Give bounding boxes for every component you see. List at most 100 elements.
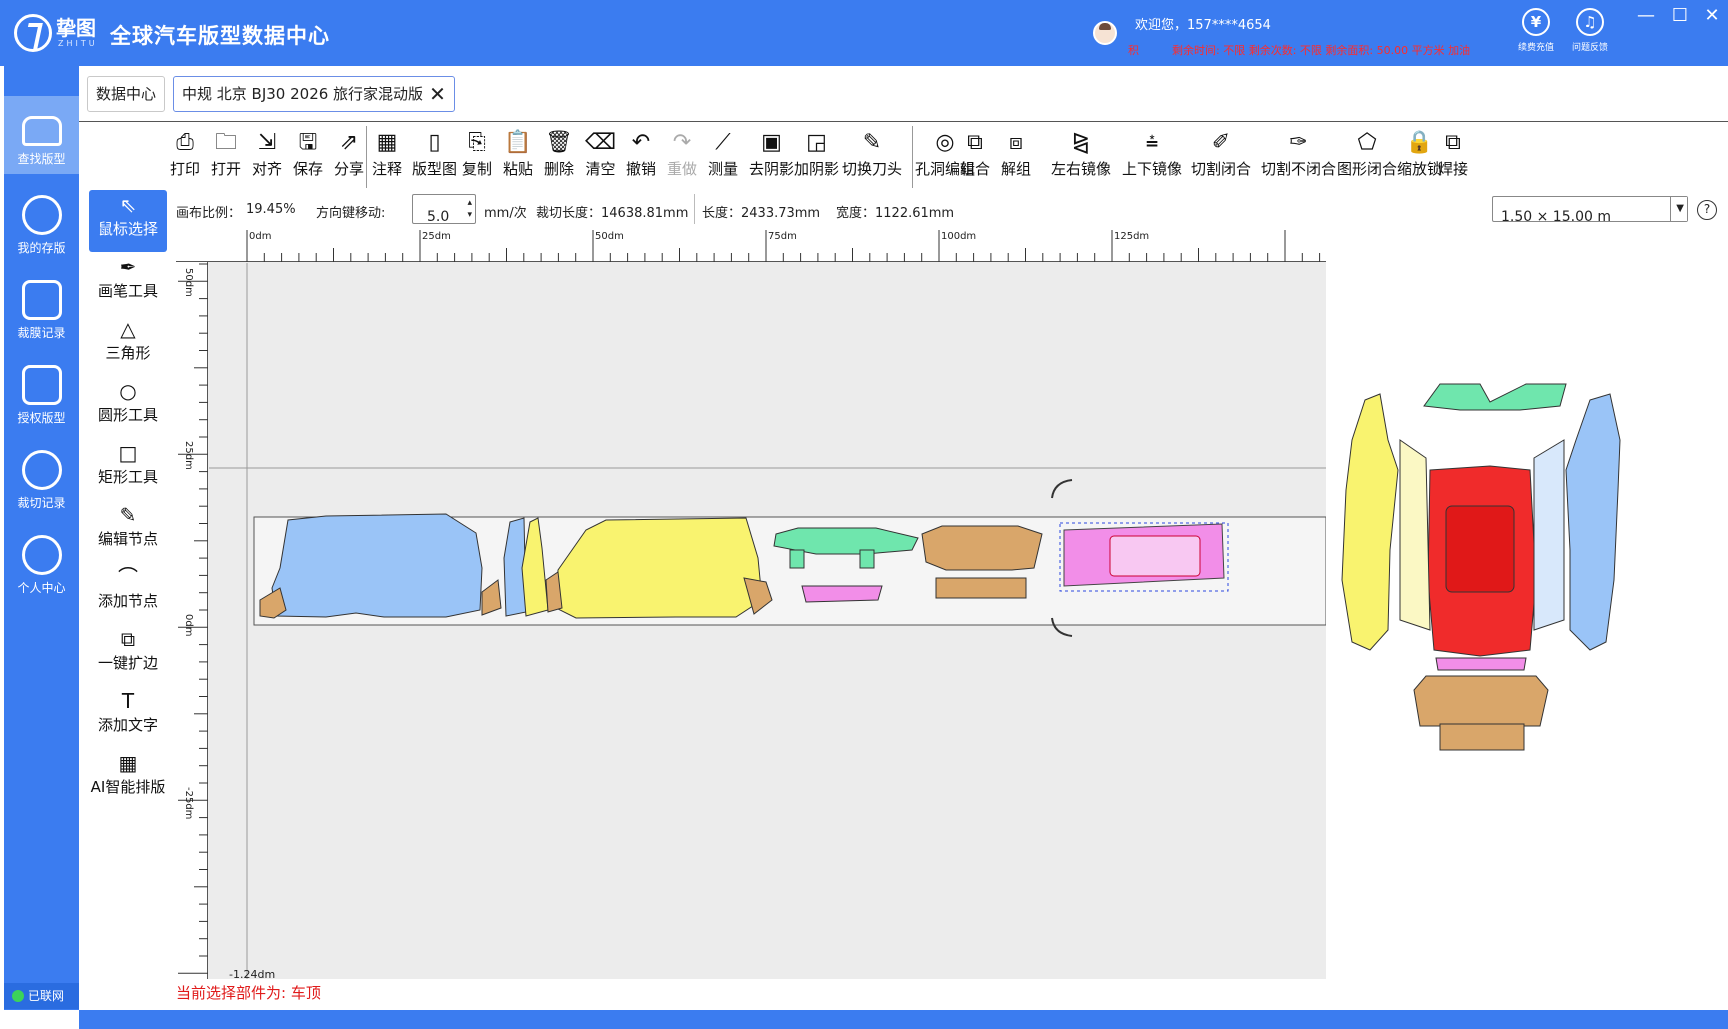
tool-ai-layout[interactable]: ▦ AI智能排版 (89, 748, 167, 810)
toolbar-label: 粘贴 (503, 160, 534, 178)
toolbar-annotate-button[interactable]: ▦ 注释 (372, 126, 402, 188)
toolbar-align-button[interactable]: ⇲ 对齐 (252, 126, 282, 188)
toolbar-label: 清空 (585, 160, 616, 178)
toolbar-pattern-button[interactable]: ▯ 版型图 (412, 126, 457, 188)
tool-rect[interactable]: □ 矩形工具 (89, 438, 167, 500)
toolbar-label: 切割闭合 (1191, 160, 1252, 178)
rail-item-profile[interactable]: 个人中心 (4, 521, 79, 599)
toolbar-undo-button[interactable]: ↶ 撤销 (626, 126, 656, 188)
maximize-button[interactable]: ☐ (1664, 6, 1696, 28)
quota-prefix: 积 (1128, 44, 1139, 57)
tan-hood[interactable] (921, 525, 1043, 571)
toolbar-ungroup-button[interactable]: ⧈ 解组 (1001, 126, 1031, 188)
mirror-v-icon: ⩮ (1145, 130, 1159, 155)
tool-pen[interactable]: ✒ 画笔工具 (89, 252, 167, 314)
sunroof (1445, 505, 1515, 593)
tool-label: 添加节点 (97, 592, 158, 610)
yellow-pillar[interactable] (521, 517, 549, 617)
toolbar-label: 撤销 (626, 160, 657, 178)
tab-bj30[interactable]: 中规 北京 BJ30 2026 旅行家混动版 ✕ (173, 76, 455, 112)
rail-item-authorized[interactable]: 授权版型 (4, 351, 79, 429)
tab-data-center[interactable]: 数据中心 (87, 76, 166, 112)
rail-item-film-records[interactable]: 裁膜记录 (4, 266, 79, 344)
tan-corner-piece[interactable] (743, 577, 773, 615)
chevron-down-icon: ▼ (1676, 203, 1684, 214)
network-dot-icon (12, 990, 24, 1002)
toolbar-group-button[interactable]: ⧉ 组合 (960, 126, 990, 188)
toolbar-clear-button[interactable]: ⌫ 清空 (585, 126, 616, 188)
toolbar-label: 重做 (667, 160, 698, 178)
remove-shadow-icon: ▣ (761, 130, 782, 155)
feedback-button[interactable]: ♫ 问题反馈 (1562, 8, 1618, 53)
toolbar-mirror-h-button[interactable]: ⧎ 左右镜像 (1051, 126, 1111, 188)
annotate-icon: ▦ (376, 130, 398, 155)
toolbar-open-folder-button[interactable]: 🗀 打开 (211, 126, 241, 188)
toolbar-blade-button[interactable]: ✎ 切换刀头 (842, 126, 902, 188)
toolbar-weld-button[interactable]: ⧉ 焊接 (1438, 126, 1468, 188)
tan-strip[interactable] (935, 577, 1027, 599)
tool-expand[interactable]: ⧉ 一键扩边 (89, 624, 167, 686)
toolbar-scale-lock-button[interactable]: 🔒 缩放锁 (1397, 126, 1442, 188)
green-tab[interactable] (859, 549, 875, 569)
pattern-icon: ▯ (428, 130, 441, 155)
tan-corner-piece[interactable] (481, 579, 502, 616)
avatar[interactable] (1093, 21, 1117, 45)
toolbar-shape-close-button[interactable]: ⬠ 图形闭合 (1337, 126, 1397, 188)
toolbar-add-shadow-button[interactable]: ◲ 加阴影 (794, 126, 839, 188)
tool-cursor[interactable]: ⇖ 鼠标选择 (89, 190, 167, 252)
rail-item-find-pattern[interactable]: 查找版型 (4, 96, 79, 174)
tan-corner-piece[interactable] (259, 587, 287, 619)
yellow-side-panel[interactable] (555, 517, 763, 619)
toolbar-mirror-v-button[interactable]: ⩮ 上下镜像 (1122, 126, 1182, 188)
toolbar-label: 焊接 (1438, 160, 1469, 178)
tool-circle[interactable]: ○ 圆形工具 (89, 376, 167, 438)
toolbar-measure-button[interactable]: ⟋ 测量 (708, 126, 738, 188)
roof-part[interactable] (1063, 523, 1225, 587)
toolbar-cut-close-button[interactable]: ✐ 切割闭合 (1191, 126, 1251, 188)
material-size-select[interactable]: 1.50 × 15.00 m ▼ (1492, 196, 1688, 225)
rail-item-my-saves[interactable]: 我的存版 (4, 181, 79, 259)
green-tab[interactable] (789, 549, 805, 569)
download-icon (21, 450, 62, 490)
tool-add-node[interactable]: ⌒ 添加节点 (89, 562, 167, 624)
close-button[interactable]: ✕ (1696, 6, 1728, 28)
toolbar-paste-button[interactable]: 📋 粘贴 (503, 126, 533, 188)
list-icon (21, 280, 62, 320)
design-canvas[interactable]: 0dm 25dm 50dm 75dm 100dm 125dm 50dm 25dm 0dm -25… (176, 228, 1326, 981)
close-icon[interactable]: ✕ (429, 77, 446, 111)
rotate-handle-icon[interactable] (1051, 617, 1073, 637)
quota-text: 剩余时间: 不限 剩余次数: 不限 剩余面积: 50.00 平方米 加油 (1172, 44, 1471, 57)
tan-corner-piece[interactable] (545, 571, 563, 613)
film-sheet (253, 516, 1326, 626)
minimize-button[interactable]: — (1630, 6, 1662, 28)
rail-label: 授权版型 (17, 411, 66, 425)
tool-triangle[interactable]: △ 三角形 (89, 314, 167, 376)
rotate-handle-icon[interactable] (1051, 479, 1073, 499)
toolbar-remove-shadow-button[interactable]: ▣ 去阴影 (749, 126, 794, 188)
toolbar-print-button[interactable]: ⎙ 打印 (170, 126, 200, 188)
width-readout: 宽度：1122.61mm (836, 206, 955, 221)
toolbar-cut-open-button[interactable]: ✑ 切割不闭合 (1261, 126, 1336, 188)
toolbar-label: 组合 (960, 160, 991, 178)
recharge-button[interactable]: ¥ 续费充值 (1508, 8, 1564, 53)
toolbar-copy-button[interactable]: ⎘ 复制 (462, 126, 492, 188)
app-window: 挚图 ZHITU 全球汽车版型数据中心 欢迎您，157****4654 积 剩余… (0, 0, 1728, 1029)
green-bumper[interactable] (773, 527, 919, 555)
toolbar-share-button[interactable]: ⇗ 分享 (334, 126, 364, 188)
toolbar-label: 切换刀头 (842, 160, 903, 178)
toolbar-save-button[interactable]: 🖫 保存 (293, 126, 323, 188)
edit-node-icon: ✎ (119, 503, 137, 527)
toolbar-delete-button[interactable]: 🗑 删除 (544, 126, 574, 188)
left-rail: 查找版型 我的存版 裁膜记录 授权版型 裁切记录 个人中心 (4, 66, 79, 1010)
tool-text[interactable]: T 添加文字 (89, 686, 167, 748)
undo-icon: ↶ (631, 130, 651, 155)
help-icon[interactable]: ? (1697, 200, 1717, 220)
blue-side-panel[interactable] (271, 513, 483, 618)
toolbar-label: 打开 (211, 160, 242, 178)
rail-item-cut-records[interactable]: 裁切记录 (4, 436, 79, 514)
pink-strip[interactable] (801, 585, 883, 603)
arrow-step-stepper[interactable]: 5.0 (412, 194, 476, 225)
tool-edit-node[interactable]: ✎ 编辑节点 (89, 500, 167, 562)
toolbar-redo-button[interactable]: ↷ 重做 (667, 126, 697, 188)
blue-pillar[interactable] (503, 517, 527, 617)
